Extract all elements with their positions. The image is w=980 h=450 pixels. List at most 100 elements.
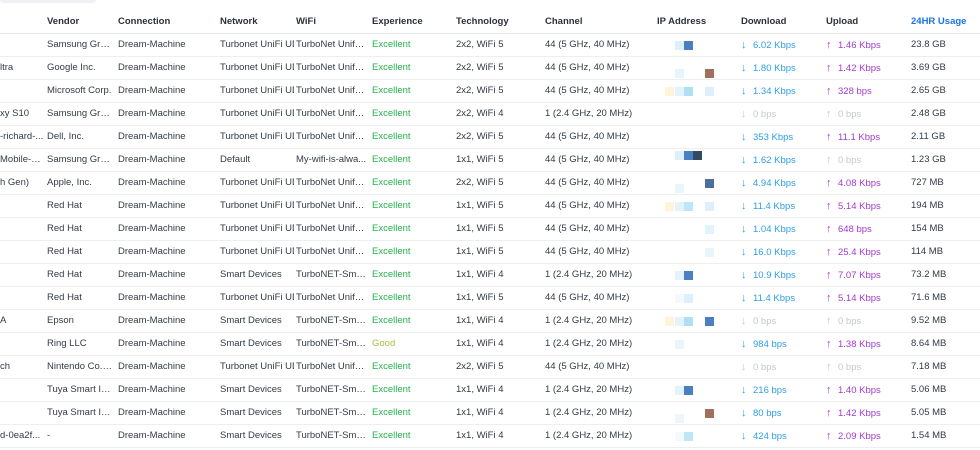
table-row[interactable]: ch Nintendo Co., ... Dream-Machine Turbonet…	[0, 356, 980, 379]
upload-rate: 0 bps	[838, 109, 862, 120]
client-network: Turbonet UniFi UD	[220, 246, 294, 257]
client-name[interactable]	[0, 195, 44, 217]
table-row[interactable]: Tuya Smart Inc. Dream-Machine Smart Device…	[0, 379, 980, 402]
client-connection: Dream-Machine	[118, 200, 186, 211]
col-header-upload[interactable]: Upload	[826, 11, 908, 33]
client-connection: Dream-Machine	[118, 407, 186, 418]
client-experience: Excellent	[372, 200, 411, 211]
table-row[interactable]: Red Hat Dream-Machine Turbonet UniFi UD Tur…	[0, 241, 980, 264]
client-name[interactable]: Mobile-P...	[0, 149, 44, 171]
table-row[interactable]: A Epson Dream-Machine Smart Devices TurboNET…	[0, 310, 980, 333]
table-header: Vendor Connection Network WiFi Experienc…	[0, 11, 980, 34]
redaction-block	[684, 317, 693, 326]
col-header-download[interactable]: Download	[741, 11, 823, 33]
client-upload: ↑ 25.4 Kbps	[826, 241, 908, 263]
client-download: ↓ 1.80 Kbps	[741, 57, 823, 79]
upload-rate: 1.42 Kbps	[838, 408, 881, 419]
client-technology: 1x1, WiFi 5	[456, 200, 504, 211]
client-experience: Excellent	[372, 407, 411, 418]
client-network: Smart Devices	[220, 269, 282, 280]
client-technology: 1x1, WiFi 4	[456, 315, 504, 326]
download-rate: 424 bps	[753, 431, 787, 442]
download-rate: 1.62 Kbps	[753, 155, 796, 166]
client-name[interactable]	[0, 264, 44, 286]
download-rate: 216 bps	[753, 385, 787, 396]
client-wifi: TurboNet Unifu ...	[296, 292, 368, 303]
client-upload: ↑ 2.09 Kbps	[826, 425, 908, 447]
client-name[interactable]: ltra	[0, 57, 44, 79]
ip-address-redacted	[657, 149, 737, 171]
table-row[interactable]: d-0ea2f... - Dream-Machine Smart Devices Tur…	[0, 425, 980, 448]
col-header-experience[interactable]: Experience	[372, 11, 452, 33]
client-channel: 1 (2.4 GHz, 20 MHz)	[545, 315, 633, 326]
table-row[interactable]: xy S10 Samsung Group Dream-Machine Turbonet…	[0, 103, 980, 126]
client-name[interactable]: xy S10	[0, 103, 44, 125]
redaction-block	[665, 202, 674, 211]
client-name[interactable]: d-0ea2f...	[0, 425, 44, 447]
top-tab-stub	[0, 0, 96, 3]
client-upload: ↑ 1.42 Kbps	[826, 402, 908, 424]
upload-rate: 0 bps	[838, 155, 862, 166]
col-header-network[interactable]: Network	[220, 11, 294, 33]
col-header-connection[interactable]: Connection	[118, 11, 216, 33]
arrow-down-icon: ↓	[741, 384, 747, 396]
col-header-technology[interactable]: Technology	[456, 11, 542, 33]
client-24hr-usage: 5.05 MB	[911, 407, 947, 418]
table-row[interactable]: Red Hat Dream-Machine Smart Devices TurboNE…	[0, 264, 980, 287]
client-name[interactable]	[0, 333, 44, 355]
client-vendor: Nintendo Co., ...	[47, 361, 113, 372]
col-header-vendor[interactable]: Vendor	[47, 11, 113, 33]
client-name[interactable]: ch	[0, 356, 44, 378]
client-24hr-usage: 73.2 MB	[911, 269, 947, 280]
client-name[interactable]: -richard-...	[0, 126, 44, 148]
col-header-wifi[interactable]: WiFi	[296, 11, 368, 33]
client-experience: Excellent	[372, 269, 411, 280]
redaction-block	[684, 151, 693, 160]
client-name[interactable]	[0, 34, 44, 56]
client-name[interactable]	[0, 402, 44, 424]
arrow-down-icon: ↓	[741, 131, 747, 143]
table-row[interactable]: Red Hat Dream-Machine Turbonet UniFi UD Tur…	[0, 195, 980, 218]
table-row[interactable]: Mobile-P... Samsung Group Dream-Machine Def…	[0, 149, 980, 172]
client-download: ↓ 1.34 Kbps	[741, 80, 823, 102]
client-name[interactable]	[0, 287, 44, 309]
table-row[interactable]: ltra Google Inc. Dream-Machine Turbonet Uni…	[0, 57, 980, 80]
client-experience: Excellent	[372, 108, 411, 119]
upload-rate: 7.07 Kbps	[838, 270, 881, 281]
col-header-24hr-usage[interactable]: 24HR Usage	[911, 11, 980, 33]
table-row[interactable]: Samsung Group Dream-Machine Turbonet UniFi…	[0, 34, 980, 57]
client-name[interactable]	[0, 379, 44, 401]
client-network: Turbonet UniFi UD	[220, 292, 294, 303]
table-row[interactable]: Microsoft Corp. Dream-Machine Turbonet Uni…	[0, 80, 980, 103]
upload-rate: 648 bps	[838, 224, 872, 235]
table-row[interactable]: -richard-... Dell, Inc. Dream-Machine Turbo…	[0, 126, 980, 149]
client-24hr-usage: 7.18 MB	[911, 361, 947, 372]
table-row[interactable]: Red Hat Dream-Machine Turbonet UniFi UD Tur…	[0, 218, 980, 241]
table-row[interactable]: Ring LLC Dream-Machine Smart Devices TurboN…	[0, 333, 980, 356]
upload-rate: 1.38 Kbps	[838, 339, 881, 350]
table-row[interactable]: Tuya Smart Inc. Dream-Machine Smart Device…	[0, 402, 980, 425]
arrow-down-icon: ↓	[741, 269, 747, 281]
client-connection: Dream-Machine	[118, 108, 186, 119]
col-header-channel[interactable]: Channel	[545, 11, 655, 33]
client-network: Smart Devices	[220, 407, 282, 418]
client-name[interactable]	[0, 80, 44, 102]
client-name[interactable]: h Gen)	[0, 172, 44, 194]
arrow-down-icon: ↓	[741, 315, 747, 327]
client-upload: ↑ 1.38 Kbps	[826, 333, 908, 355]
client-name[interactable]	[0, 218, 44, 240]
table-row[interactable]: h Gen) Apple, Inc. Dream-Machine Turbonet U…	[0, 172, 980, 195]
client-experience: Excellent	[372, 292, 411, 303]
table-row[interactable]: Red Hat Dream-Machine Turbonet UniFi UD Tur…	[0, 287, 980, 310]
ip-address-redacted	[657, 218, 737, 240]
upload-rate: 5.14 Kbps	[838, 201, 881, 212]
arrow-up-icon: ↑	[826, 200, 832, 212]
col-header-ip-address[interactable]: IP Address	[657, 11, 737, 33]
redaction-block	[705, 69, 714, 78]
arrow-down-icon: ↓	[741, 108, 747, 120]
client-network: Smart Devices	[220, 384, 282, 395]
client-name[interactable]	[0, 241, 44, 263]
client-name[interactable]: A	[0, 310, 44, 332]
client-24hr-usage: 114 MB	[911, 246, 944, 257]
client-channel: 1 (2.4 GHz, 20 MHz)	[545, 269, 633, 280]
